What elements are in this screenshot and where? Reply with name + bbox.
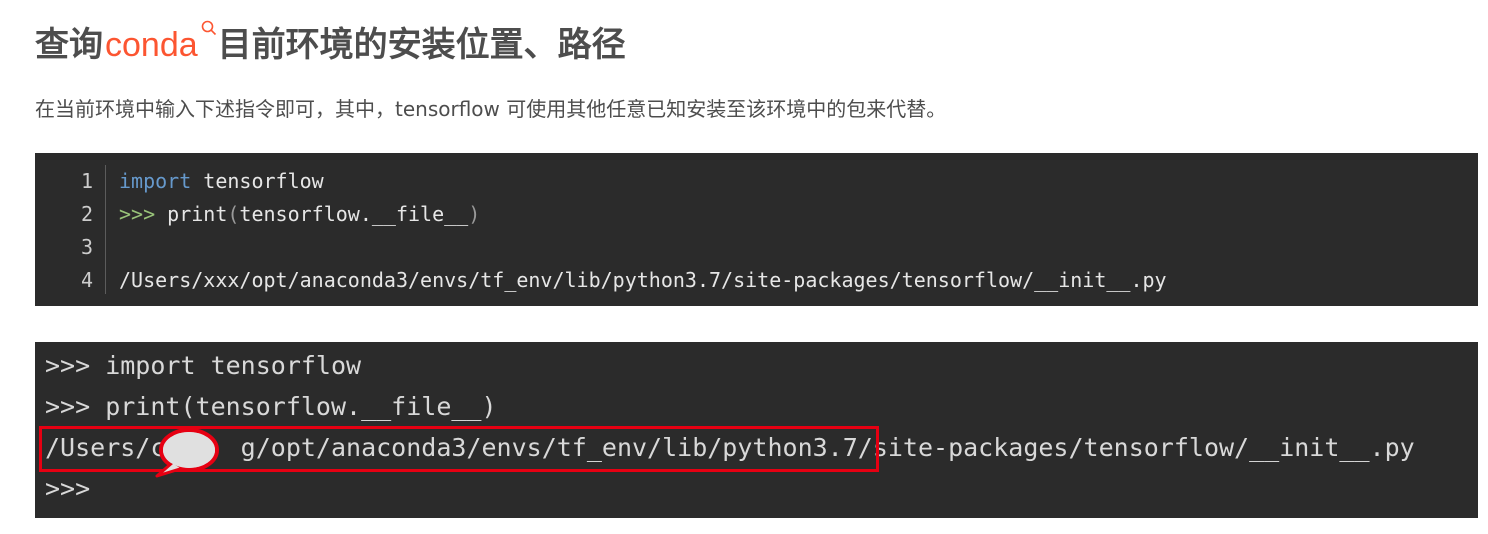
- search-icon[interactable]: [200, 16, 218, 44]
- terminal-line: >>> print(tensorflow.__file__): [45, 392, 497, 421]
- code-paren: (: [227, 202, 240, 226]
- code-block: 1 2 3 4 import tensorflow >>> print(tens…: [35, 153, 1478, 306]
- code-keyword: import: [119, 169, 192, 193]
- code-line-2: >>> print(tensorflow.__file__): [119, 198, 480, 231]
- terminal-screenshot: >>> import tensorflow >>> print(tensorfl…: [35, 342, 1478, 518]
- code-paren: ): [468, 202, 481, 226]
- code-text: print: [155, 202, 228, 226]
- terminal-line: >>>: [45, 474, 91, 503]
- line-number: 2: [80, 202, 93, 226]
- line-number: 1: [80, 169, 93, 193]
- speech-bubble-redaction-icon: [153, 426, 225, 484]
- heading-suffix: 目前环境的安装位置、路径: [217, 25, 626, 65]
- intro-paragraph: 在当前环境中输入下述指令即可，其中，tensorflow 可使用其他任意已知安装…: [35, 97, 947, 121]
- code-line-1: import tensorflow: [119, 165, 324, 198]
- line-number: 4: [80, 268, 93, 292]
- heading-keyword-link[interactable]: conda: [105, 26, 198, 64]
- code-text: tensorflow.__file__: [239, 202, 469, 226]
- code-prompt: >>>: [119, 202, 156, 226]
- terminal-line: >>> import tensorflow: [45, 351, 362, 380]
- article-heading: 查询conda 目前环境的安装位置、路径: [35, 16, 626, 74]
- line-number: 3: [80, 235, 93, 259]
- line-number-gutter: 1 2 3 4: [35, 165, 106, 294]
- heading-prefix: 查询: [35, 25, 103, 65]
- code-text: tensorflow: [191, 169, 324, 193]
- code-line-4: /Users/xxx/opt/anaconda3/envs/tf_env/lib…: [119, 268, 1167, 292]
